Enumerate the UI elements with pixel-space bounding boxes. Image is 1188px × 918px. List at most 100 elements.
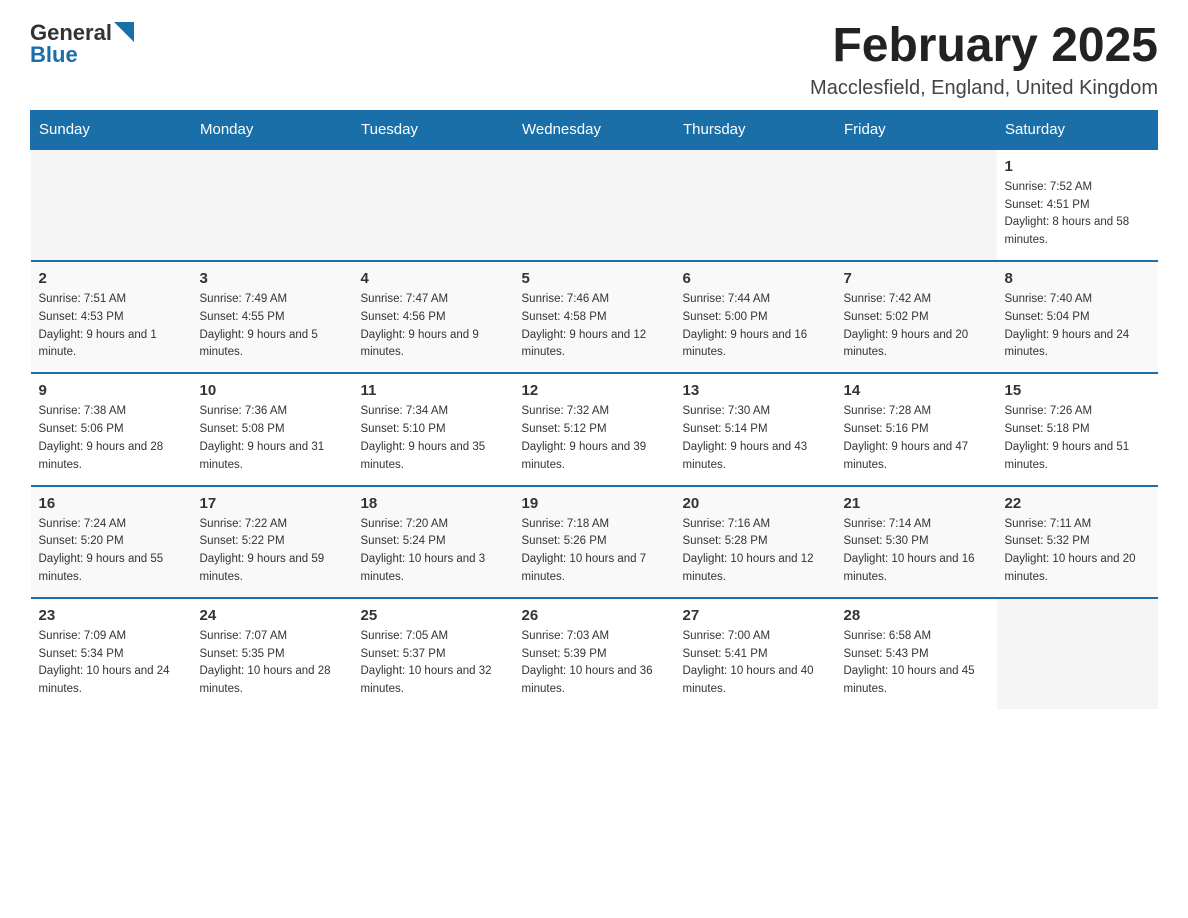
calendar-cell: 28 Sunrise: 6:58 AMSunset: 5:43 PMDayligh… [836, 598, 997, 709]
day-number: 7 [844, 270, 989, 287]
calendar-cell: 19 Sunrise: 7:18 AMSunset: 5:26 PMDayligh… [514, 486, 675, 598]
weekday-header-sunday: Sunday [31, 110, 192, 149]
calendar-cell: 20 Sunrise: 7:16 AMSunset: 5:28 PMDayligh… [675, 486, 836, 598]
day-info: Sunrise: 7:38 AMSunset: 5:06 PMDaylight:… [39, 403, 184, 474]
day-number: 20 [683, 495, 828, 512]
day-info: Sunrise: 7:47 AMSunset: 4:56 PMDaylight:… [361, 291, 506, 362]
calendar-cell: 27 Sunrise: 7:00 AMSunset: 5:41 PMDayligh… [675, 598, 836, 709]
calendar-cell: 4 Sunrise: 7:47 AMSunset: 4:56 PMDaylight… [353, 261, 514, 373]
day-info: Sunrise: 7:20 AMSunset: 5:24 PMDaylight:… [361, 516, 506, 587]
calendar-cell: 10 Sunrise: 7:36 AMSunset: 5:08 PMDayligh… [192, 373, 353, 485]
calendar-cell [192, 149, 353, 261]
calendar-cell: 1 Sunrise: 7:52 AMSunset: 4:51 PMDaylight… [997, 149, 1158, 261]
day-number: 25 [361, 607, 506, 624]
calendar-body: 1 Sunrise: 7:52 AMSunset: 4:51 PMDaylight… [31, 149, 1158, 709]
calendar-cell: 8 Sunrise: 7:40 AMSunset: 5:04 PMDaylight… [997, 261, 1158, 373]
day-info: Sunrise: 7:16 AMSunset: 5:28 PMDaylight:… [683, 516, 828, 587]
calendar-week-row: 23 Sunrise: 7:09 AMSunset: 5:34 PMDayligh… [31, 598, 1158, 709]
calendar-cell: 13Sunrise: 7:30 AMSunset: 5:14 PMDayligh… [675, 373, 836, 485]
weekday-header-tuesday: Tuesday [353, 110, 514, 149]
calendar-cell: 14 Sunrise: 7:28 AMSunset: 5:16 PMDayligh… [836, 373, 997, 485]
day-info: Sunrise: 7:26 AMSunset: 5:18 PMDaylight:… [1005, 403, 1150, 474]
weekday-header-monday: Monday [192, 110, 353, 149]
day-info: Sunrise: 7:03 AMSunset: 5:39 PMDaylight:… [522, 628, 667, 699]
weekday-header-wednesday: Wednesday [514, 110, 675, 149]
calendar-table: SundayMondayTuesdayWednesdayThursdayFrid… [30, 110, 1158, 709]
day-number: 15 [1005, 382, 1150, 399]
calendar-cell: 15 Sunrise: 7:26 AMSunset: 5:18 PMDayligh… [997, 373, 1158, 485]
calendar-cell: 7 Sunrise: 7:42 AMSunset: 5:02 PMDaylight… [836, 261, 997, 373]
calendar-week-row: 9 Sunrise: 7:38 AMSunset: 5:06 PMDaylight… [31, 373, 1158, 485]
day-number: 1 [1005, 158, 1150, 175]
day-number: 24 [200, 607, 345, 624]
day-info: Sunrise: 6:58 AMSunset: 5:43 PMDaylight:… [844, 628, 989, 699]
page-header: General Blue February 2025 Macclesfield,… [30, 20, 1158, 100]
day-info: Sunrise: 7:42 AMSunset: 5:02 PMDaylight:… [844, 291, 989, 362]
day-number: 17 [200, 495, 345, 512]
day-info: Sunrise: 7:51 AMSunset: 4:53 PMDaylight:… [39, 291, 184, 362]
day-number: 9 [39, 382, 184, 399]
day-info: Sunrise: 7:09 AMSunset: 5:34 PMDaylight:… [39, 628, 184, 699]
day-info: Sunrise: 7:11 AMSunset: 5:32 PMDaylight:… [1005, 516, 1150, 587]
calendar-week-row: 1 Sunrise: 7:52 AMSunset: 4:51 PMDaylight… [31, 149, 1158, 261]
logo-blue-text: Blue [30, 42, 78, 68]
day-number: 4 [361, 270, 506, 287]
day-number: 14 [844, 382, 989, 399]
day-number: 23 [39, 607, 184, 624]
weekday-header-saturday: Saturday [997, 110, 1158, 149]
calendar-cell: 18 Sunrise: 7:20 AMSunset: 5:24 PMDayligh… [353, 486, 514, 598]
weekday-header-thursday: Thursday [675, 110, 836, 149]
day-number: 3 [200, 270, 345, 287]
calendar-cell [997, 598, 1158, 709]
calendar-cell [353, 149, 514, 261]
day-number: 5 [522, 270, 667, 287]
day-info: Sunrise: 7:49 AMSunset: 4:55 PMDaylight:… [200, 291, 345, 362]
day-info: Sunrise: 7:28 AMSunset: 5:16 PMDaylight:… [844, 403, 989, 474]
day-number: 12 [522, 382, 667, 399]
calendar-subtitle: Macclesfield, England, United Kingdom [810, 77, 1158, 100]
day-info: Sunrise: 7:40 AMSunset: 5:04 PMDaylight:… [1005, 291, 1150, 362]
day-number: 19 [522, 495, 667, 512]
day-info: Sunrise: 7:32 AMSunset: 5:12 PMDaylight:… [522, 403, 667, 474]
title-block: February 2025 Macclesfield, England, Uni… [810, 20, 1158, 100]
day-number: 16 [39, 495, 184, 512]
day-number: 11 [361, 382, 506, 399]
weekday-header-row: SundayMondayTuesdayWednesdayThursdayFrid… [31, 110, 1158, 149]
logo: General Blue [30, 20, 134, 68]
calendar-cell [31, 149, 192, 261]
day-info: Sunrise: 7:22 AMSunset: 5:22 PMDaylight:… [200, 516, 345, 587]
logo-arrow-icon [114, 22, 134, 42]
day-number: 21 [844, 495, 989, 512]
day-info: Sunrise: 7:24 AMSunset: 5:20 PMDaylight:… [39, 516, 184, 587]
calendar-week-row: 2 Sunrise: 7:51 AMSunset: 4:53 PMDaylight… [31, 261, 1158, 373]
day-number: 28 [844, 607, 989, 624]
calendar-cell [836, 149, 997, 261]
day-number: 27 [683, 607, 828, 624]
day-info: Sunrise: 7:07 AMSunset: 5:35 PMDaylight:… [200, 628, 345, 699]
day-info: Sunrise: 7:18 AMSunset: 5:26 PMDaylight:… [522, 516, 667, 587]
day-number: 8 [1005, 270, 1150, 287]
day-number: 6 [683, 270, 828, 287]
day-number: 10 [200, 382, 345, 399]
calendar-cell: 25 Sunrise: 7:05 AMSunset: 5:37 PMDayligh… [353, 598, 514, 709]
day-info: Sunrise: 7:05 AMSunset: 5:37 PMDaylight:… [361, 628, 506, 699]
calendar-header: SundayMondayTuesdayWednesdayThursdayFrid… [31, 110, 1158, 149]
calendar-cell: 21Sunrise: 7:14 AMSunset: 5:30 PMDayligh… [836, 486, 997, 598]
day-number: 2 [39, 270, 184, 287]
calendar-cell: 26Sunrise: 7:03 AMSunset: 5:39 PMDayligh… [514, 598, 675, 709]
day-info: Sunrise: 7:36 AMSunset: 5:08 PMDaylight:… [200, 403, 345, 474]
day-info: Sunrise: 7:52 AMSunset: 4:51 PMDaylight:… [1005, 179, 1150, 250]
calendar-cell: 2 Sunrise: 7:51 AMSunset: 4:53 PMDaylight… [31, 261, 192, 373]
day-number: 18 [361, 495, 506, 512]
day-info: Sunrise: 7:46 AMSunset: 4:58 PMDaylight:… [522, 291, 667, 362]
weekday-header-friday: Friday [836, 110, 997, 149]
calendar-cell [514, 149, 675, 261]
calendar-cell: 24 Sunrise: 7:07 AMSunset: 5:35 PMDayligh… [192, 598, 353, 709]
day-info: Sunrise: 7:44 AMSunset: 5:00 PMDaylight:… [683, 291, 828, 362]
calendar-cell: 12 Sunrise: 7:32 AMSunset: 5:12 PMDayligh… [514, 373, 675, 485]
day-number: 13 [683, 382, 828, 399]
day-info: Sunrise: 7:00 AMSunset: 5:41 PMDaylight:… [683, 628, 828, 699]
calendar-cell: 23 Sunrise: 7:09 AMSunset: 5:34 PMDayligh… [31, 598, 192, 709]
calendar-cell [675, 149, 836, 261]
calendar-cell: 6 Sunrise: 7:44 AMSunset: 5:00 PMDaylight… [675, 261, 836, 373]
